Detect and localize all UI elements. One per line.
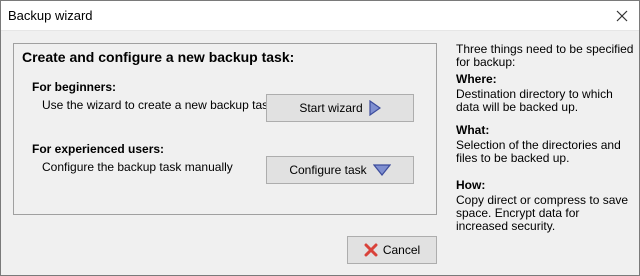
where-heading: Where: [456, 72, 497, 86]
title-bar: Backup wizard [1, 1, 639, 31]
beginners-label: For beginners: [32, 80, 117, 94]
close-button[interactable] [611, 5, 633, 27]
new-task-group: Create and configure a new backup task: … [13, 43, 437, 215]
triangle-down-icon [372, 164, 391, 176]
configure-task-label: Configure task [289, 163, 367, 177]
configure-task-button[interactable]: Configure task [266, 156, 414, 184]
window-title: Backup wizard [8, 8, 93, 23]
experienced-description: Configure the backup task manually [42, 160, 233, 174]
start-wizard-label: Start wizard [299, 101, 363, 115]
how-heading: How: [456, 178, 486, 192]
cancel-label: Cancel [382, 243, 421, 257]
cancel-button[interactable]: Cancel [347, 236, 437, 264]
how-text: Copy direct or compress to save space. E… [456, 193, 629, 233]
red-x-icon [364, 243, 378, 257]
where-text: Destination directory to which data will… [456, 87, 613, 114]
triangle-right-icon [369, 100, 381, 116]
info-intro: Three things need to be specified for ba… [456, 42, 634, 69]
what-text: Selection of the directories and files t… [456, 138, 621, 165]
start-wizard-button[interactable]: Start wizard [266, 94, 414, 122]
info-panel: Three things need to be specified for ba… [456, 43, 634, 243]
group-heading: Create and configure a new backup task: [22, 49, 295, 65]
beginners-description: Use the wizard to create a new backup ta… [42, 98, 275, 112]
backup-wizard-window: Backup wizard Create and configure a new… [0, 0, 640, 276]
what-heading: What: [456, 123, 490, 137]
experienced-label: For experienced users: [32, 142, 165, 156]
close-icon [616, 10, 628, 22]
